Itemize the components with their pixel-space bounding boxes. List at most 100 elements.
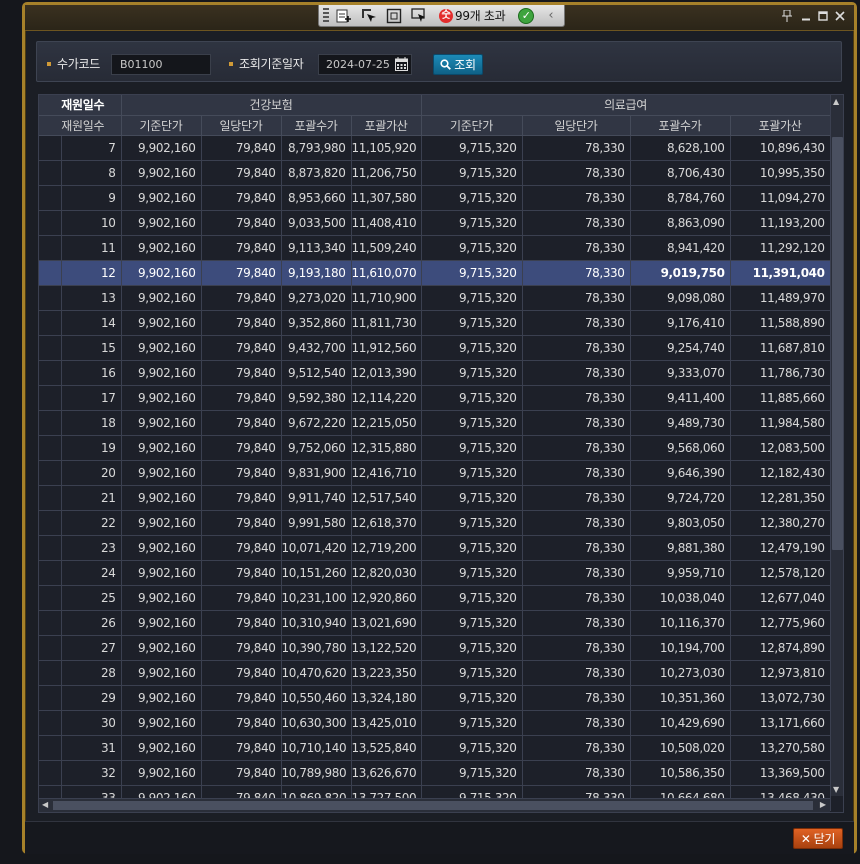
table-cell[interactable]: 79,840 xyxy=(201,635,282,661)
table-row[interactable]: 18 9,902,160 79,840 9,672,220 12,215,050 9,71… xyxy=(39,410,831,436)
table-cell[interactable]: 12,775,960 xyxy=(730,610,831,636)
row-marker[interactable] xyxy=(39,285,62,311)
table-cell[interactable]: 9,715,320 xyxy=(421,560,523,586)
table-cell[interactable]: 9,902,160 xyxy=(121,535,202,561)
table-row[interactable]: 26 9,902,160 79,840 10,310,940 13,021,690 9,7… xyxy=(39,610,831,636)
table-row[interactable]: 16 9,902,160 79,840 9,512,540 12,013,390 9,71… xyxy=(39,360,831,386)
table-cell[interactable]: 10,351,360 xyxy=(630,685,731,711)
scroll-down-icon[interactable]: ▼ xyxy=(833,785,839,794)
column-header[interactable]: 포괄가산 xyxy=(730,115,831,136)
table-cell[interactable]: 12,578,120 xyxy=(730,560,831,586)
table-cell[interactable]: 12,677,040 xyxy=(730,585,831,611)
table-cell[interactable]: 9,432,700 xyxy=(281,335,352,361)
table-cell[interactable]: 11,307,580 xyxy=(351,185,422,211)
table-cell[interactable]: 9,715,320 xyxy=(421,135,523,161)
table-cell[interactable]: 79,840 xyxy=(201,685,282,711)
table-cell[interactable]: 10,116,370 xyxy=(630,610,731,636)
table-cell[interactable]: 9,715,320 xyxy=(421,260,523,286)
table-cell[interactable]: 9,902,160 xyxy=(121,510,202,536)
table-row[interactable]: 30 9,902,160 79,840 10,630,300 13,425,010 9,7… xyxy=(39,710,831,736)
table-cell[interactable]: 9,715,320 xyxy=(421,210,523,236)
table-cell[interactable]: 9,902,160 xyxy=(121,310,202,336)
table-row[interactable]: 7 9,902,160 79,840 8,793,980 11,105,920 9,715… xyxy=(39,135,831,161)
table-cell[interactable]: 9,902,160 xyxy=(121,735,202,761)
table-cell[interactable]: 12,820,030 xyxy=(351,560,422,586)
table-cell[interactable]: 11,687,810 xyxy=(730,335,831,361)
table-cell[interactable]: 9,831,900 xyxy=(281,460,352,486)
table-cell[interactable]: 26 xyxy=(61,610,122,636)
table-row[interactable]: 11 9,902,160 79,840 9,113,340 11,509,240 9,71… xyxy=(39,235,831,261)
table-cell[interactable]: 31 xyxy=(61,735,122,761)
table-cell[interactable]: 11,105,920 xyxy=(351,135,422,161)
table-cell[interactable]: 9 xyxy=(61,185,122,211)
table-cell[interactable]: 78,330 xyxy=(522,435,631,461)
table-cell[interactable]: 9,902,160 xyxy=(121,435,202,461)
table-cell[interactable]: 10 xyxy=(61,210,122,236)
table-cell[interactable]: 79,840 xyxy=(201,560,282,586)
table-cell[interactable]: 9,715,320 xyxy=(421,185,523,211)
table-cell[interactable]: 9,902,160 xyxy=(121,760,202,786)
check-circle-icon[interactable]: ✓ xyxy=(518,7,535,24)
row-marker[interactable] xyxy=(39,335,62,361)
table-cell[interactable]: 9,902,160 xyxy=(121,285,202,311)
table-cell[interactable]: 78,330 xyxy=(522,235,631,261)
table-cell[interactable]: 10,470,620 xyxy=(281,660,352,686)
table-cell[interactable]: 7 xyxy=(61,135,122,161)
table-cell[interactable]: 10,550,460 xyxy=(281,685,352,711)
table-cell[interactable]: 12,874,890 xyxy=(730,635,831,661)
frame-icon[interactable] xyxy=(385,8,402,24)
calendar-icon[interactable] xyxy=(395,57,408,71)
table-cell[interactable]: 13,626,670 xyxy=(351,760,422,786)
table-row[interactable]: 15 9,902,160 79,840 9,432,700 11,912,560 9,71… xyxy=(39,335,831,361)
table-cell[interactable]: 78,330 xyxy=(522,410,631,436)
table-row[interactable]: 14 9,902,160 79,840 9,352,860 11,811,730 9,71… xyxy=(39,310,831,336)
table-cell[interactable]: 78,330 xyxy=(522,135,631,161)
table-cell[interactable]: 13 xyxy=(61,285,122,311)
table-cell[interactable]: 10,390,780 xyxy=(281,635,352,661)
table-cell[interactable]: 9,902,160 xyxy=(121,560,202,586)
table-cell[interactable]: 20 xyxy=(61,460,122,486)
table-cell[interactable]: 78,330 xyxy=(522,185,631,211)
table-cell[interactable]: 9,672,220 xyxy=(281,410,352,436)
table-cell[interactable]: 8,873,820 xyxy=(281,160,352,186)
row-marker[interactable] xyxy=(39,585,62,611)
table-cell[interactable]: 9,715,320 xyxy=(421,510,523,536)
table-cell[interactable]: 9,715,320 xyxy=(421,360,523,386)
table-cell[interactable]: 9,902,160 xyxy=(121,260,202,286)
table-cell[interactable]: 11,193,200 xyxy=(730,210,831,236)
table-cell[interactable]: 79,840 xyxy=(201,185,282,211)
table-cell[interactable]: 13,369,500 xyxy=(730,760,831,786)
table-cell[interactable]: 22 xyxy=(61,510,122,536)
table-cell[interactable]: 13,270,580 xyxy=(730,735,831,761)
close-button[interactable]: ✕ 닫기 xyxy=(793,828,843,849)
table-cell[interactable]: 79,840 xyxy=(201,210,282,236)
table-cell[interactable]: 9,715,320 xyxy=(421,760,523,786)
table-cell[interactable]: 12,517,540 xyxy=(351,485,422,511)
table-cell[interactable]: 9,902,160 xyxy=(121,610,202,636)
table-cell[interactable]: 15 xyxy=(61,335,122,361)
table-cell[interactable]: 9,176,410 xyxy=(630,310,731,336)
table-cell[interactable]: 10,789,980 xyxy=(281,760,352,786)
table-row[interactable]: 29 9,902,160 79,840 10,550,460 13,324,180 9,7… xyxy=(39,685,831,711)
table-cell[interactable]: 79,840 xyxy=(201,235,282,261)
table-cell[interactable]: 9,715,320 xyxy=(421,610,523,636)
table-cell[interactable]: 9,715,320 xyxy=(421,335,523,361)
column-header[interactable]: 포괄가산 xyxy=(351,115,422,136)
row-marker[interactable] xyxy=(39,360,62,386)
row-marker[interactable] xyxy=(39,710,62,736)
row-marker[interactable] xyxy=(39,485,62,511)
table-cell[interactable]: 79,840 xyxy=(201,385,282,411)
table-cell[interactable]: 9,715,320 xyxy=(421,635,523,661)
table-cell[interactable]: 9,902,160 xyxy=(121,385,202,411)
table-cell[interactable]: 23 xyxy=(61,535,122,561)
table-cell[interactable]: 11,912,560 xyxy=(351,335,422,361)
row-marker[interactable] xyxy=(39,760,62,786)
table-cell[interactable]: 78,330 xyxy=(522,385,631,411)
table-cell[interactable]: 78,330 xyxy=(522,710,631,736)
table-row[interactable]: 8 9,902,160 79,840 8,873,820 11,206,750 9,715… xyxy=(39,160,831,186)
table-cell[interactable]: 78,330 xyxy=(522,360,631,386)
table-cell[interactable]: 13,425,010 xyxy=(351,710,422,736)
table-cell[interactable]: 9,902,160 xyxy=(121,685,202,711)
table-cell[interactable]: 9,592,380 xyxy=(281,385,352,411)
table-cell[interactable]: 12,013,390 xyxy=(351,360,422,386)
